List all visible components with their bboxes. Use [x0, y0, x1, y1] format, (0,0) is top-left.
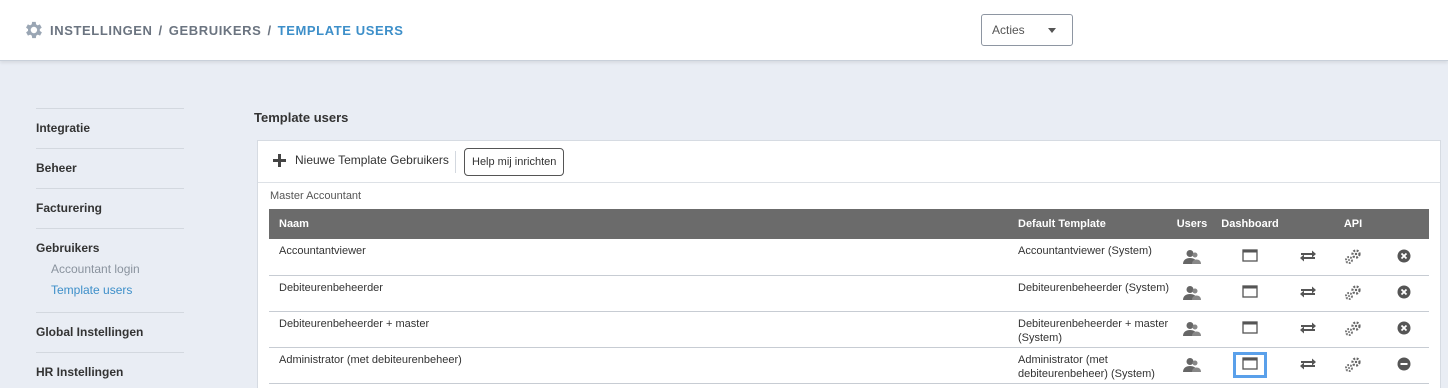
column-header-dashboard: Dashboard	[1212, 209, 1288, 239]
new-template-user-button[interactable]: Nieuwe Template Gebruikers	[273, 153, 449, 167]
table-header-row: Naam Default Template Users Dashboard AP…	[269, 209, 1429, 239]
dashboard-window-icon[interactable]	[1233, 352, 1267, 378]
sidebar-group-global-instellingen: Global Instellingen	[36, 312, 184, 352]
breadcrumb-separator: /	[267, 22, 272, 38]
column-header-users: Users	[1172, 209, 1212, 239]
column-header-action	[1378, 209, 1429, 239]
api-gears-icon[interactable]	[1336, 352, 1370, 378]
users-icon[interactable]	[1175, 316, 1209, 342]
sync-arrows-icon[interactable]	[1291, 244, 1325, 270]
column-header-sync	[1288, 209, 1328, 239]
sidebar-item-gebruikers[interactable]: Gebruikers	[36, 241, 184, 255]
actions-dropdown-label: Acties	[992, 23, 1025, 37]
breadcrumb-gebruikers[interactable]: GEBRUIKERS	[169, 23, 262, 38]
sidebar-item-beheer[interactable]: Beheer	[36, 161, 184, 175]
template-users-table: Naam Default Template Users Dashboard AP…	[269, 209, 1429, 384]
remove-circle-icon[interactable]	[1387, 244, 1421, 270]
top-bar: INSTELLINGEN / GEBRUIKERS / TEMPLATE USE…	[0, 0, 1448, 61]
row-default-template: Debiteurenbeheerder (System)	[1008, 275, 1172, 312]
sync-arrows-icon[interactable]	[1291, 316, 1325, 342]
breadcrumb-separator: /	[158, 22, 163, 38]
gear-icon	[26, 21, 42, 39]
table-row: Debiteurenbeheerder Debiteurenbeheerder …	[269, 275, 1429, 312]
sidebar-item-global-instellingen[interactable]: Global Instellingen	[36, 325, 184, 339]
sidebar-subitem-template-users[interactable]: Template users	[51, 283, 184, 297]
sidebar-subitem-accountant-login[interactable]: Accountant login	[51, 262, 184, 276]
table-row: Administrator (met debiteurenbeheer) Adm…	[269, 347, 1429, 384]
row-default-template: Debiteurenbeheerder + master (System)	[1008, 311, 1172, 348]
panel-toolbar: Nieuwe Template Gebruikers Help mij inri…	[258, 141, 1440, 183]
users-icon[interactable]	[1175, 352, 1209, 378]
sidebar-item-facturering[interactable]: Facturering	[36, 201, 184, 215]
minus-circle-icon[interactable]	[1387, 352, 1421, 378]
template-users-panel: Nieuwe Template Gebruikers Help mij inri…	[257, 140, 1441, 388]
section-title: Template users	[254, 110, 349, 125]
dashboard-window-icon[interactable]	[1233, 244, 1267, 270]
sync-arrows-icon[interactable]	[1291, 280, 1325, 306]
sidebar-group-facturering: Facturering	[36, 188, 184, 228]
breadcrumb-instellingen[interactable]: INSTELLINGEN	[50, 23, 153, 38]
sidebar-group-gebruikers: Gebruikers Accountant login Template use…	[36, 228, 184, 312]
column-header-naam: Naam	[269, 209, 1008, 239]
new-template-user-label: Nieuwe Template Gebruikers	[295, 153, 449, 167]
api-gears-icon[interactable]	[1336, 244, 1370, 270]
users-icon[interactable]	[1175, 244, 1209, 270]
api-gears-icon[interactable]	[1336, 280, 1370, 306]
remove-circle-icon[interactable]	[1387, 316, 1421, 342]
dashboard-window-icon[interactable]	[1233, 316, 1267, 342]
row-naam: Administrator (met debiteurenbeheer)	[269, 347, 1008, 384]
row-naam: Accountantviewer	[269, 239, 1008, 276]
dashboard-window-icon[interactable]	[1233, 280, 1267, 306]
sidebar: Integratie Beheer Facturering Gebruikers…	[36, 108, 184, 388]
toolbar-divider	[455, 151, 456, 173]
row-default-template: Accountantviewer (System)	[1008, 239, 1172, 276]
row-naam: Debiteurenbeheerder + master	[269, 311, 1008, 348]
row-default-template: Administrator (met debiteurenbeheer) (Sy…	[1008, 347, 1172, 384]
column-header-default-template: Default Template	[1008, 209, 1172, 239]
sync-arrows-icon[interactable]	[1291, 352, 1325, 378]
sidebar-group-integratie: Integratie	[36, 108, 184, 148]
breadcrumb-current: TEMPLATE USERS	[277, 22, 404, 38]
sidebar-item-hr-instellingen[interactable]: HR Instellingen	[36, 365, 184, 379]
help-setup-button[interactable]: Help mij inrichten	[464, 148, 565, 176]
remove-circle-icon[interactable]	[1387, 280, 1421, 306]
plus-icon	[273, 153, 286, 167]
table-row: Debiteurenbeheerder + master Debiteurenb…	[269, 311, 1429, 348]
group-label: Master Accountant	[270, 190, 362, 202]
users-icon[interactable]	[1175, 280, 1209, 306]
column-header-api: API	[1328, 209, 1378, 239]
sidebar-item-integratie[interactable]: Integratie	[36, 121, 184, 135]
api-gears-icon[interactable]	[1336, 316, 1370, 342]
sidebar-group-beheer: Beheer	[36, 148, 184, 188]
sidebar-group-hr-instellingen: HR Instellingen	[36, 352, 184, 388]
caret-down-icon	[1048, 28, 1056, 33]
table-row: Accountantviewer Accountantviewer (Syste…	[269, 239, 1429, 276]
row-naam: Debiteurenbeheerder	[269, 275, 1008, 312]
breadcrumb: INSTELLINGEN / GEBRUIKERS / TEMPLATE USE…	[22, 19, 404, 41]
actions-dropdown[interactable]: Acties	[981, 14, 1073, 46]
